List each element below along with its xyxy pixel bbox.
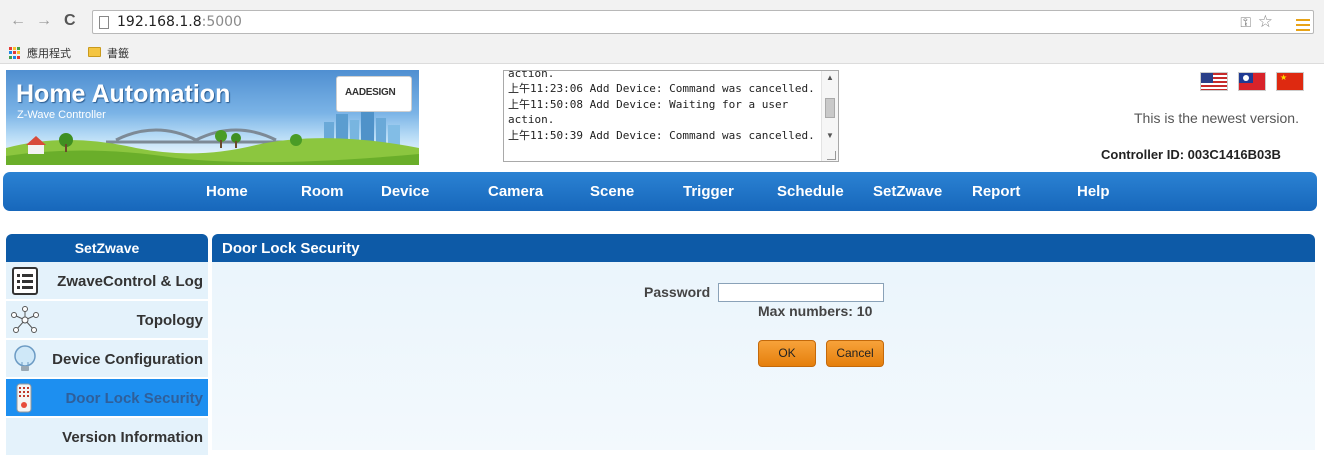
- event-log-textarea[interactable]: action. 上午11:23:06 Add Device: Command w…: [503, 70, 839, 162]
- us-flag-icon[interactable]: [1200, 72, 1228, 91]
- sidebar-item-door-lock-security[interactable]: Door Lock Security: [6, 379, 208, 417]
- nav-help[interactable]: Help: [1077, 183, 1110, 200]
- china-flag-icon[interactable]: ★: [1276, 72, 1304, 91]
- scroll-thumb[interactable]: [825, 98, 835, 118]
- sidebar-item-label: Version Information: [62, 429, 203, 446]
- address-bar[interactable]: 192.168.1.8:5000 ⚿ ☆: [92, 10, 1314, 34]
- nav-home[interactable]: Home: [206, 183, 248, 200]
- version-status: This is the newest version.: [1134, 110, 1299, 126]
- cancel-button[interactable]: Cancel: [826, 340, 884, 367]
- page-icon: [99, 16, 109, 29]
- forward-arrow-icon[interactable]: →: [36, 13, 52, 29]
- bookmark-star-icon[interactable]: ☆: [1258, 12, 1273, 32]
- folder-icon[interactable]: [88, 47, 101, 57]
- resize-handle-icon[interactable]: [827, 151, 836, 160]
- company-logo: AADESIGN: [336, 76, 412, 112]
- nav-scene[interactable]: Scene: [590, 183, 634, 200]
- main-navigation: Home Room Device Camera Scene Trigger Sc…: [3, 172, 1317, 211]
- menu-icon[interactable]: [1296, 19, 1310, 34]
- logo-text: AADESIGN: [345, 87, 396, 98]
- page-title: Door Lock Security: [222, 240, 360, 257]
- password-label: Password: [644, 284, 711, 300]
- nav-trigger[interactable]: Trigger: [683, 183, 734, 200]
- door-lock-security-panel: Door Lock Security Password Max numbers:…: [212, 234, 1315, 450]
- bookmarks-bar: 應用程式 書籤: [0, 40, 1324, 64]
- browser-toolbar: ← → C 192.168.1.8:5000 ⚿ ☆: [0, 0, 1324, 40]
- panel-header: Door Lock Security: [212, 234, 1315, 262]
- sidebar-item-zwavecontrol-log[interactable]: ZwaveControl & Log: [6, 262, 208, 300]
- nav-room[interactable]: Room: [301, 183, 344, 200]
- keypad-lock-icon: [16, 383, 32, 413]
- nav-setzwave[interactable]: SetZwave: [873, 183, 942, 200]
- nav-report[interactable]: Report: [972, 183, 1020, 200]
- lightbulb-icon: [14, 345, 36, 371]
- sidebar-item-label: Topology: [136, 312, 203, 329]
- app-subtitle: Z-Wave Controller: [17, 109, 106, 121]
- sidebar-title: SetZwave: [6, 234, 208, 262]
- url-host: 192.168.1.8: [117, 14, 202, 30]
- ok-button[interactable]: OK: [758, 340, 816, 367]
- sidebar-item-label: Device Configuration: [52, 351, 203, 368]
- reload-icon[interactable]: C: [64, 13, 76, 29]
- nav-schedule[interactable]: Schedule: [777, 183, 844, 200]
- event-log-text: action. 上午11:23:06 Add Device: Command w…: [508, 70, 815, 142]
- app-title: Home Automation: [16, 80, 231, 108]
- log-scrollbar[interactable]: ▲ ▼: [821, 71, 838, 161]
- nav-device[interactable]: Device: [381, 183, 429, 200]
- sidebar: SetZwave ZwaveControl & Log Topology Dev…: [6, 234, 208, 456]
- address-url[interactable]: 192.168.1.8:5000: [117, 14, 242, 30]
- controller-id: Controller ID: 003C1416B03B: [1101, 147, 1281, 162]
- key-icon[interactable]: ⚿: [1240, 14, 1251, 31]
- header-banner: Home Automation Z-Wave Controller AADESI…: [6, 70, 419, 165]
- back-arrow-icon[interactable]: ←: [10, 13, 26, 29]
- sidebar-item-topology[interactable]: Topology: [6, 301, 208, 339]
- sidebar-item-version-information[interactable]: Version Information: [6, 418, 208, 456]
- url-port: :5000: [201, 14, 242, 30]
- taiwan-flag-icon[interactable]: [1238, 72, 1266, 91]
- network-icon: [11, 306, 39, 333]
- bookmark-folder[interactable]: 書籤: [107, 45, 129, 61]
- sidebar-item-label: ZwaveControl & Log: [57, 273, 203, 290]
- nav-camera[interactable]: Camera: [488, 183, 543, 200]
- password-hint: Max numbers: 10: [758, 303, 873, 319]
- scroll-up-icon[interactable]: ▲: [826, 73, 834, 82]
- password-input[interactable]: [718, 283, 884, 302]
- apps-grid-icon[interactable]: [9, 47, 21, 59]
- scroll-down-icon[interactable]: ▼: [826, 131, 834, 140]
- sidebar-item-label: Door Lock Security: [65, 390, 203, 407]
- bookmark-apps[interactable]: 應用程式: [27, 45, 71, 61]
- list-icon: [12, 267, 38, 295]
- sidebar-item-device-configuration[interactable]: Device Configuration: [6, 340, 208, 378]
